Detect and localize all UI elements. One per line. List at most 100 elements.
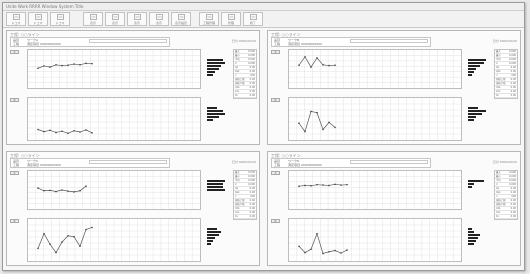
toolbar-button-0[interactable]: ドコマ: [6, 12, 26, 26]
data-point: [304, 184, 306, 187]
panel-status: 日付 0000/00/00: [492, 39, 517, 43]
data-point: [37, 67, 39, 70]
data-point: [340, 252, 342, 254]
stats-value: 0.000: [248, 175, 255, 178]
stats-key: σ: [496, 183, 498, 186]
stats-key: 平均: [496, 179, 501, 182]
header-value: 測定項目 00000000000: [288, 163, 322, 167]
x-chart-tab[interactable]: X: [10, 50, 19, 54]
histogram-bar: [468, 231, 474, 233]
stats-key: 最小: [496, 175, 501, 178]
data-point: [85, 62, 87, 65]
data-point: [298, 245, 300, 248]
histogram-bar: [207, 183, 223, 185]
stats-value: 0.00: [249, 187, 255, 190]
toolbar-button-8[interactable]: 工程管理: [199, 12, 219, 26]
r-chart-tab[interactable]: R: [271, 219, 280, 223]
x-control-chart: [27, 49, 201, 89]
stats-key: LCL: [496, 90, 501, 93]
r-chart-tab[interactable]: R: [10, 98, 19, 102]
stats-key: 最小: [496, 54, 501, 57]
histogram-bar: [207, 228, 217, 230]
header-field[interactable]: [350, 39, 428, 43]
data-point: [43, 130, 45, 133]
toolbar-button-label: 工程管理: [202, 21, 215, 25]
stats-key: 平均: [235, 179, 240, 182]
header-field[interactable]: [89, 160, 167, 164]
stats-value: 0.000: [248, 54, 255, 57]
series-line: [298, 232, 348, 254]
x-chart-tab[interactable]: X: [10, 171, 19, 175]
data-point: [298, 122, 300, 124]
stats-key: n: [496, 74, 498, 77]
histogram-bar: [468, 110, 486, 112]
data-point: [67, 64, 69, 66]
toolbar-button-5[interactable]: 表示: [127, 12, 147, 26]
header-field[interactable]: [89, 39, 167, 43]
toolbar-button-7[interactable]: 表示設定: [171, 12, 191, 26]
histogram-bar: [468, 74, 472, 76]
panel-header: 品目 ワークD 工程 測定項目 00000000000: [271, 158, 431, 168]
chart-canvas: [28, 171, 200, 209]
stats-key: 規格下限: [496, 203, 506, 206]
stats-value: 000: [250, 74, 255, 77]
stats-key: CL: [235, 94, 239, 97]
data-point: [328, 250, 330, 253]
data-point: [55, 131, 57, 134]
panel-header: 品目 ワークA 工程 測定項目 00000000000: [10, 37, 170, 47]
stats-key: LCL: [496, 211, 501, 214]
stats-key: 最小: [235, 54, 240, 57]
data-point: [67, 132, 69, 135]
data-point: [310, 110, 312, 113]
toolbar-button-9[interactable]: 管理: [221, 12, 241, 26]
histogram-bar: [468, 59, 486, 61]
toolbar-button-label: 終了: [249, 21, 256, 25]
header-key: 工程: [13, 42, 20, 46]
r-chart-tab[interactable]: R: [271, 98, 280, 102]
stats-value: 0.00: [249, 199, 255, 202]
stats-key: σ: [496, 62, 498, 65]
header-key: 工程: [274, 42, 281, 46]
stats-value: 0.00: [510, 199, 516, 202]
header-field[interactable]: [350, 160, 428, 164]
stats-value: 0.00: [249, 207, 255, 210]
chart-canvas: [28, 98, 200, 140]
stats-key: Cpk: [235, 70, 240, 73]
stats-value: 0.000: [248, 62, 255, 65]
data-point: [334, 64, 336, 66]
data-point: [328, 184, 330, 187]
r-control-chart: [288, 97, 462, 141]
stats-key: 最小: [235, 175, 240, 178]
toolbar-button-1[interactable]: ドコマ: [28, 12, 48, 26]
stats-key: Cp: [496, 187, 500, 190]
list-icon: [228, 14, 235, 20]
stats-key: 規格下限: [235, 82, 245, 85]
chart-panel: 工程: ○○ライン 品目 ワークC 工程 測定項目 00000000000 日付 0000…: [6, 151, 260, 266]
chart-canvas: [289, 219, 461, 261]
toolbar-button-2[interactable]: ドコマ: [50, 12, 70, 26]
data-point: [310, 248, 312, 251]
data-point: [61, 64, 63, 67]
r-control-chart: [288, 218, 462, 262]
data-point: [91, 62, 93, 65]
tool-icon: [206, 14, 213, 20]
stats-value: 0.00: [510, 191, 516, 194]
toolbar-button-6[interactable]: 表示: [149, 12, 169, 26]
stats-row: CL 0.00: [234, 94, 256, 98]
panel-status: 日付 0000/00/00: [231, 39, 256, 43]
r-chart-tab[interactable]: R: [10, 219, 19, 223]
panel-status: 日付 0000/00/00: [492, 160, 517, 164]
toolbar-button-10[interactable]: 終了: [243, 12, 263, 26]
header-key: 工程: [13, 163, 20, 167]
histogram-bar: [207, 189, 225, 191]
histogram-bar: [207, 110, 223, 112]
histogram-bar: [207, 68, 219, 70]
stats-key: σ: [235, 62, 237, 65]
data-point: [316, 57, 318, 59]
x-chart-tab[interactable]: X: [271, 171, 280, 175]
x-chart-tab[interactable]: X: [271, 50, 280, 54]
toolbar-button-4[interactable]: 表示: [105, 12, 125, 26]
data-point: [73, 235, 75, 238]
toolbar-button-3[interactable]: 表示: [83, 12, 103, 26]
histogram-bar: [468, 228, 472, 230]
